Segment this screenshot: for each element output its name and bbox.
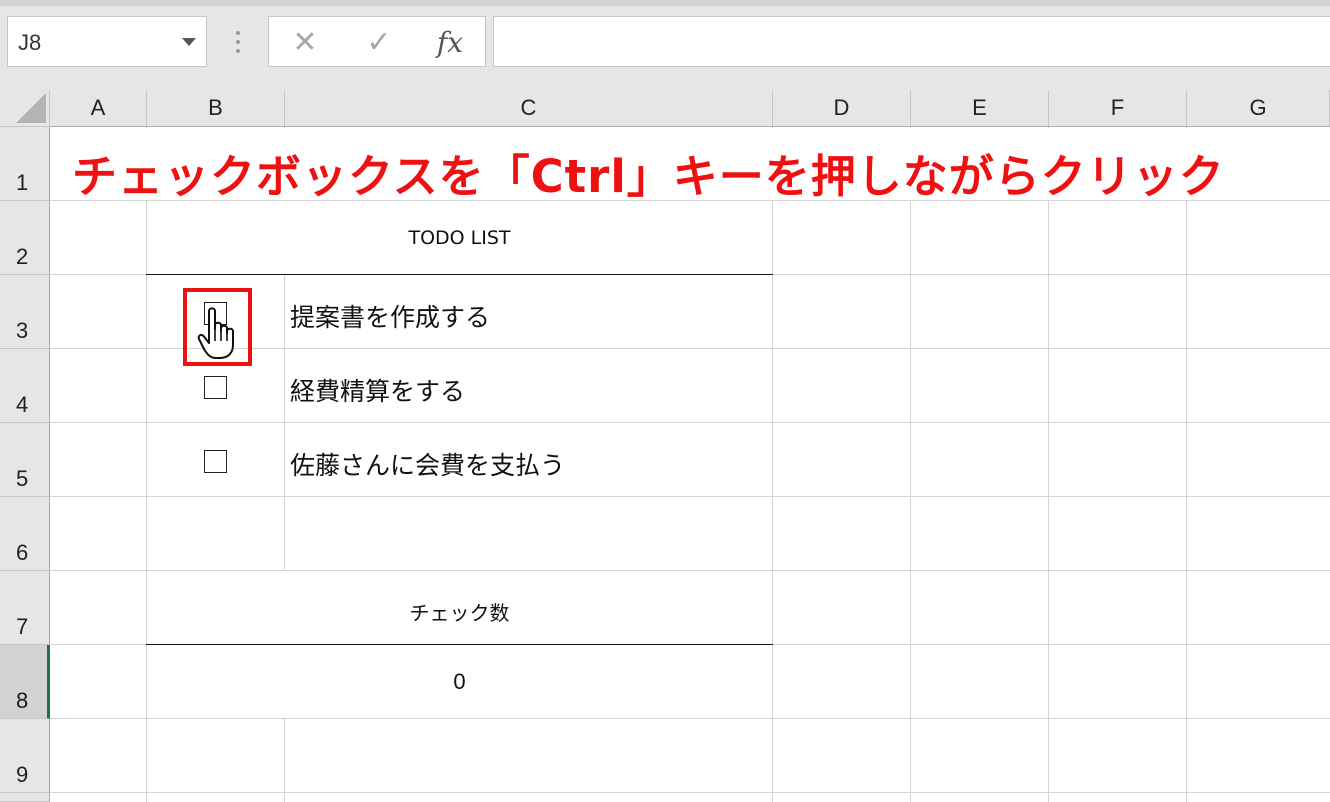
name-box[interactable]: J8: [7, 16, 207, 67]
row-header-7[interactable]: 7: [0, 571, 50, 645]
row-header-2[interactable]: 2: [0, 201, 50, 275]
todo-title-border: [146, 274, 773, 275]
hand-pointer-icon: [197, 307, 234, 359]
check-icon[interactable]: ✓: [359, 25, 399, 60]
gridline: [50, 792, 1330, 793]
name-box-value: J8: [18, 30, 42, 55]
row-number: 1: [16, 170, 29, 195]
column-header-a[interactable]: A: [50, 90, 147, 127]
gridline: [910, 127, 911, 802]
gridline: [50, 718, 1330, 719]
formula-buttons: ✕ ✓ fx: [268, 16, 486, 67]
task-checkbox-2[interactable]: [204, 376, 227, 399]
row-header-10[interactable]: [0, 793, 50, 802]
row-header-8[interactable]: 8: [0, 645, 50, 719]
check-count-value: 0: [453, 669, 466, 694]
gridline: [1186, 127, 1187, 802]
row-header-9[interactable]: 9: [0, 719, 50, 793]
row-number: 8: [16, 688, 29, 713]
instruction-heading: チェックボックスを「Ctrl」キーを押しながらクリック: [72, 150, 1225, 203]
row-header-6[interactable]: 6: [0, 497, 50, 571]
row-number: 9: [16, 762, 29, 787]
check-count-label: チェック数: [409, 601, 510, 625]
cancel-icon[interactable]: ✕: [285, 25, 325, 60]
select-all-icon: [16, 93, 46, 123]
dropdown-arrow-icon[interactable]: [182, 38, 196, 46]
gridline: [50, 496, 1330, 497]
column-header-c[interactable]: C: [285, 90, 773, 127]
column-header-d[interactable]: D: [773, 90, 911, 127]
row-number: 3: [16, 318, 29, 343]
row-number: 7: [16, 614, 29, 639]
check-count-border: [146, 644, 773, 645]
row-header-3[interactable]: 3: [0, 275, 50, 349]
gridline: [772, 127, 773, 802]
column-header-e[interactable]: E: [911, 90, 1049, 127]
select-all-button[interactable]: [0, 90, 50, 127]
grip-icon[interactable]: [236, 31, 240, 53]
todo-list-title: TODO LIST: [408, 227, 511, 249]
task-label-1: 提案書を作成する: [290, 303, 491, 332]
row-number: 5: [16, 466, 29, 491]
row-number: 4: [16, 392, 29, 417]
insert-function-button[interactable]: fx: [429, 25, 471, 59]
column-header-g[interactable]: G: [1187, 90, 1330, 127]
task-label-2: 経費精算をする: [290, 377, 466, 406]
formula-input[interactable]: [493, 16, 1330, 67]
row-number: 2: [16, 244, 29, 269]
formula-bar: J8 ✕ ✓ fx: [0, 0, 1330, 90]
row-header-1[interactable]: 1: [0, 127, 50, 201]
column-header-b[interactable]: B: [147, 90, 285, 127]
ribbon-edge: [0, 0, 1330, 6]
task-checkbox-3[interactable]: [204, 450, 227, 473]
row-header-4[interactable]: 4: [0, 349, 50, 423]
gridline: [1048, 127, 1049, 802]
row-header-5[interactable]: 5: [0, 423, 50, 497]
row-number: 6: [16, 540, 29, 565]
gridline: [50, 422, 1330, 423]
task-label-3: 佐藤さんに会費を支払う: [290, 451, 566, 480]
column-header-f[interactable]: F: [1049, 90, 1187, 127]
